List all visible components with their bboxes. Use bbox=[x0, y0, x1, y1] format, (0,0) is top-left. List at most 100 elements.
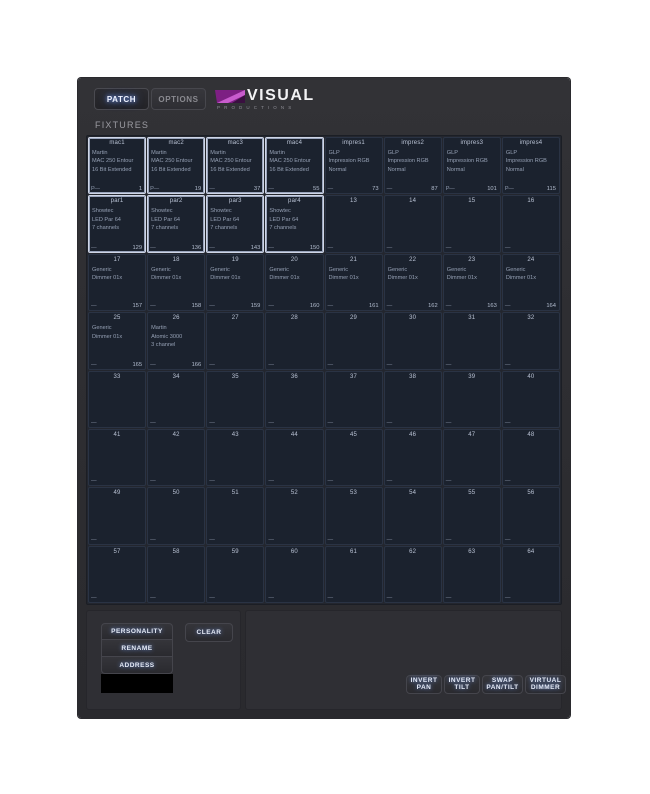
fixture-cell-prefix: — bbox=[268, 536, 274, 543]
fixture-cell[interactable]: 63 — bbox=[442, 545, 501, 603]
fixture-cell[interactable]: 29 — bbox=[324, 312, 383, 370]
fixture-cell[interactable]: 18 Generic Dimmer 01x — 158 bbox=[147, 253, 206, 312]
fixture-cell-details: Showtec LED Par 64 7 channels bbox=[269, 207, 320, 232]
fixture-cell[interactable]: impres1 GLP Impression RGB Normal — 73 bbox=[324, 137, 383, 195]
fixture-cell-name: 25 bbox=[113, 315, 121, 322]
fixture-cell[interactable]: 38 — bbox=[383, 370, 442, 428]
fixture-cell[interactable]: mac4 Martin MAC 250 Entour 16 Bit Extended —… bbox=[265, 137, 324, 195]
rename-button[interactable]: RENAME bbox=[101, 640, 173, 657]
fixture-cell-name: 31 bbox=[468, 315, 476, 322]
fixture-cell[interactable]: 49 — bbox=[88, 487, 147, 545]
tab-patch[interactable]: PATCH bbox=[94, 88, 149, 110]
fixture-cell[interactable]: par3 Showtec LED Par 64 7 channels — 143 bbox=[206, 195, 265, 253]
fixture-cell[interactable]: 19 Generic Dimmer 01x — 159 bbox=[206, 253, 265, 312]
fixture-cell-name: 47 bbox=[468, 431, 476, 438]
fixture-cell[interactable]: 53 — bbox=[324, 487, 383, 545]
fixture-cell[interactable]: par2 Showtec LED Par 64 7 channels — 136 bbox=[147, 195, 206, 253]
fixture-cell[interactable]: 34 — bbox=[147, 370, 206, 428]
fixture-cell[interactable]: 46 — bbox=[383, 428, 442, 487]
invert-pan-button[interactable]: INVERT PAN bbox=[406, 675, 442, 694]
fixture-cell[interactable]: 33 — bbox=[88, 370, 147, 428]
fixture-cell[interactable]: 60 — bbox=[265, 545, 324, 603]
fixture-cell[interactable]: 16 — bbox=[501, 195, 560, 253]
fixture-cell[interactable]: 25 Generic Dimmer 01x —165 bbox=[88, 312, 147, 370]
fixture-cell-details: Showtec LED Par 64 7 channels bbox=[92, 207, 143, 232]
fixture-cell[interactable]: 52 — bbox=[265, 487, 324, 545]
fixture-cell[interactable]: 41 — bbox=[88, 428, 147, 487]
fixture-cell[interactable]: par1 Showtec LED Par 64 7 channels — 129 bbox=[88, 195, 147, 253]
fixture-cell[interactable]: 42 — bbox=[147, 428, 206, 487]
fixture-cell[interactable]: 30 — bbox=[383, 312, 442, 370]
fixture-cell[interactable]: 35 — bbox=[206, 370, 265, 428]
personality-button[interactable]: PERSONALITY bbox=[101, 623, 173, 640]
fixture-cell[interactable]: 28 — bbox=[265, 312, 324, 370]
fixture-cell[interactable]: 37 — bbox=[324, 370, 383, 428]
fixture-cell[interactable]: 43 — bbox=[206, 428, 265, 487]
fixture-cell[interactable]: 20 Generic Dimmer 01x — 160 bbox=[265, 253, 324, 312]
fixture-cell-manufacturer: Showtec bbox=[210, 208, 232, 215]
fixture-cell[interactable]: 44 — bbox=[265, 428, 324, 487]
fixture-cell[interactable]: 27 — bbox=[206, 312, 265, 370]
fixture-cell[interactable]: 54 — bbox=[383, 487, 442, 545]
fixture-cell[interactable]: 59 — bbox=[206, 545, 265, 603]
fixture-cell-footer: — bbox=[444, 535, 500, 543]
fixture-cell[interactable]: 50 — bbox=[147, 487, 206, 545]
fixture-cell[interactable]: 64 — bbox=[501, 545, 560, 603]
fixture-cell[interactable]: 32 — bbox=[501, 312, 560, 370]
fixture-cell[interactable]: 58 — bbox=[147, 545, 206, 603]
fixture-cell[interactable]: 13 — bbox=[324, 195, 383, 253]
fixtures-grid-container: mac1 Martin MAC 250 Entour 16 Bit Extended P… bbox=[86, 135, 562, 605]
fixture-cell[interactable]: mac1 Martin MAC 250 Entour 16 Bit Extended P… bbox=[88, 137, 147, 195]
fixture-cell[interactable]: 23 Generic Dimmer 01x — 163 bbox=[442, 253, 501, 312]
fixture-cell[interactable]: 24 Generic Dimmer 01x — 164 bbox=[501, 253, 560, 312]
fixture-cell[interactable]: mac3 Martin MAC 250 Entour 16 Bit Extended —… bbox=[206, 137, 265, 195]
fixture-cell-name: 54 bbox=[409, 490, 417, 497]
fixture-cell-address: 73 bbox=[372, 186, 379, 193]
fixture-cell[interactable]: 55 — bbox=[442, 487, 501, 545]
fixture-cell-manufacturer: Generic bbox=[210, 266, 230, 273]
fixture-cell[interactable]: 47 — bbox=[442, 428, 501, 487]
fixture-cell[interactable]: 51 — bbox=[206, 487, 265, 545]
clear-button[interactable]: CLEAR bbox=[185, 623, 233, 642]
fixture-cell-prefix: — bbox=[91, 595, 97, 601]
fixture-cell-name: 56 bbox=[527, 490, 535, 497]
fixture-cell[interactable]: 31 — bbox=[442, 312, 501, 370]
fixture-cell[interactable]: 57 — bbox=[88, 545, 147, 603]
fixture-cell-address: 101 bbox=[487, 186, 497, 193]
fixture-cell-model: MAC 250 Entour bbox=[269, 158, 311, 165]
fixture-cell[interactable]: 22 Generic Dimmer 01x — 162 bbox=[383, 253, 442, 312]
fixture-cell[interactable]: 17 Generic Dimmer 01x — 157 bbox=[88, 253, 147, 312]
fixture-cell[interactable]: impres3 GLP Impression RGB Normal P— 101 bbox=[442, 137, 501, 195]
fixture-cell[interactable]: 36 — bbox=[265, 370, 324, 428]
address-button[interactable]: ADDRESS bbox=[101, 657, 173, 674]
fixture-cell[interactable]: par4 Showtec LED Par 64 7 channels — 150 bbox=[265, 195, 324, 253]
fixture-cell[interactable]: 56 — bbox=[501, 487, 560, 545]
fixture-cell[interactable]: 48 — bbox=[501, 428, 560, 487]
fixture-cell[interactable]: 14 — bbox=[383, 195, 442, 253]
fixture-cell-prefix: — bbox=[91, 419, 97, 426]
fixture-cell[interactable]: 61 — bbox=[324, 545, 383, 603]
tab-options[interactable]: OPTIONS bbox=[151, 88, 206, 110]
invert-tilt-button[interactable]: INVERT TILT bbox=[444, 675, 480, 694]
fixture-cell[interactable]: mac2 Martin MAC 250 Entour 16 Bit Extended P… bbox=[147, 137, 206, 195]
fixture-cell[interactable]: 62 — bbox=[383, 545, 442, 603]
fixture-cell-prefix: — bbox=[209, 478, 215, 485]
fixture-cell-manufacturer: Showtec bbox=[269, 208, 291, 215]
fixture-cell[interactable]: 39 — bbox=[442, 370, 501, 428]
fixture-cell-footer: — bbox=[385, 360, 441, 368]
fixture-cell[interactable]: 26 Martin Atomic 3000 3 channel — 166 bbox=[147, 312, 206, 370]
fixture-cell[interactable]: 21 Generic Dimmer 01x — 161 bbox=[324, 253, 383, 312]
fixture-cell-prefix: — bbox=[150, 595, 156, 601]
fixture-cell[interactable]: 45 — bbox=[324, 428, 383, 487]
fixture-cell-footer: — 158 bbox=[148, 301, 204, 309]
fixture-cell[interactable]: impres2 GLP Impression RGB Normal — 87 bbox=[383, 137, 442, 195]
fixture-cell-footer: — bbox=[444, 418, 500, 426]
fixture-cell-prefix: — bbox=[91, 303, 97, 310]
fixture-cell[interactable]: impres4 GLP Impression RGB Normal P— 115 bbox=[501, 137, 560, 195]
fixture-cell[interactable]: 15 — bbox=[442, 195, 501, 253]
fixture-cell-prefix: — bbox=[445, 244, 452, 251]
fixture-cell-name: 55 bbox=[468, 490, 476, 497]
swap-pan-tilt-button[interactable]: SWAP PAN/TILT bbox=[482, 675, 523, 694]
fixture-cell[interactable]: 40 — bbox=[501, 370, 560, 428]
virtual-dimmer-button[interactable]: VIRTUAL DIMMER bbox=[525, 675, 566, 694]
